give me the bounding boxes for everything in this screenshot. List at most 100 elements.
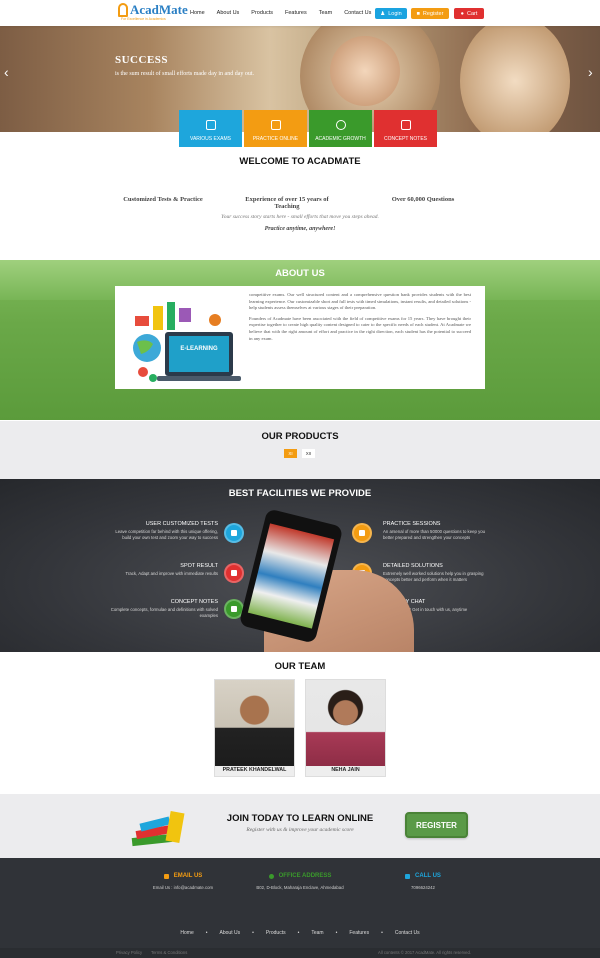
logo[interactable]: AcadMate For Excellence in Academics [118,2,188,21]
tab-xii[interactable]: XII [302,449,315,458]
tab-xi[interactable]: XI [284,449,297,458]
register-button[interactable]: ■ Register [411,8,449,19]
footer-nav-products[interactable]: Products [266,930,286,936]
tile-academic-growth[interactable]: ACADEMIC GROWTH [309,110,372,147]
welcome-tagline-practice: Practice anytime, anywhere! [264,226,336,232]
tile-label: CONCEPT NOTES [384,136,427,142]
nav-contact[interactable]: Contact Us [344,10,371,16]
about-section: ABOUT US E-LEARNING competitive exams. O… [0,260,600,420]
facility-desc: Track, Adapt and improve with immediate … [125,571,218,576]
join-section: JOIN TODAY TO LEARN ONLINE Register with… [0,794,600,858]
tile-various-exams[interactable]: VARIOUS EXAMS [179,110,242,147]
list-icon [205,120,216,130]
footer-nav-contact[interactable]: Contact Us [395,930,420,936]
feature-tiles: VARIOUS EXAMS PRACTICE ONLINE ACADEMIC G… [179,110,439,147]
facility-title: USER CUSTOMIZED TESTS [145,521,218,527]
terms-link[interactable]: Terms & Conditions [151,950,187,955]
footer: EMAIL US Email Us : info@acadmate.com OF… [0,858,600,958]
phone-icon [405,873,411,879]
footer-call: CALL US 7096624242 [348,873,498,890]
register-cta-button[interactable]: REGISTER [405,812,468,838]
footer-bottom-bar: Privacy Policy Terms & Conditions All co… [0,948,600,958]
monitor-icon [270,120,281,130]
facility-desc: Complete concepts, formulae and definiti… [110,607,218,618]
hero-image-child [460,26,570,132]
avatar [215,680,294,766]
facility-practice-sessions: PRACTICE SESSIONS An arsenal of more than… [383,521,493,541]
facility-desc: Extremely well worked solutions help you… [383,571,484,582]
footer-nav-team[interactable]: Team [311,930,323,936]
chart-icon [335,120,346,130]
login-button[interactable]: ♟ Login [375,8,407,19]
welcome-tagline: Your success story starts here - small e… [221,214,379,220]
elearning-label: E-LEARNING [180,346,218,352]
separator: • [381,930,383,936]
avatar [306,680,385,766]
separator: • [297,930,300,936]
separator: • [205,930,208,936]
next-arrow-icon[interactable]: › [588,64,593,80]
email-title: EMAIL US [173,873,203,879]
join-title: JOIN TODAY TO LEARN ONLINE [226,813,374,824]
about-paragraph: Founders of Acadmate have been associate… [249,315,471,341]
elearning-illustration: E-LEARNING [133,302,241,382]
prev-arrow-icon[interactable]: ‹ [4,64,9,80]
team-member-card: NEHA JAIN [305,679,386,777]
facility-title: PRACTICE SESSIONS [383,521,441,527]
footer-nav-about[interactable]: About Us [220,930,241,936]
join-subtitle: Register with us & improve your academic… [246,827,354,833]
call-value[interactable]: 7096624242 [348,885,498,890]
tools-icon [224,523,244,543]
hero-title: SUCCESS [115,54,169,66]
user-icon: ♟ [380,10,386,17]
welcome-title: WELCOME TO ACADMATE [239,156,361,167]
document-icon [400,120,411,130]
tile-practice-online[interactable]: PRACTICE ONLINE [244,110,307,147]
nav-features[interactable]: Features [285,10,307,16]
team-member-name: PRATEEK KHANDELWAL [222,767,287,773]
logo-icon [118,3,128,17]
logo-tagline: For Excellence in Academics [121,17,166,21]
nav-about[interactable]: About Us [217,10,240,16]
nav-home[interactable]: Home [190,10,205,16]
logo-text: AcadMate [130,2,188,17]
facility-desc: An arsenal of more than 50000 questions … [383,529,486,540]
clock-icon [352,523,372,543]
location-icon [268,873,274,879]
facility-detailed-solutions: DETAILED SOLUTIONS Extremely well worked … [383,563,493,583]
footer-nav-features[interactable]: Features [349,930,369,936]
lock-icon: ■ [416,10,420,17]
cart-icon: ● [460,10,464,17]
about-card: E-LEARNING competitive exams. Our well s… [115,286,485,389]
facility-title: DETAILED SOLUTIONS [383,563,443,569]
cart-button[interactable]: ● Cart [454,8,484,19]
feature-customized-tests: Customized Tests & Practice [123,196,203,203]
hero-subtitle: is the sum result of small efforts made … [115,71,255,77]
nav-team[interactable]: Team [319,10,332,16]
team-member-name: NEHA JAIN [331,767,360,773]
image-icon [224,563,244,583]
register-label: Register [422,10,444,17]
nav-products[interactable]: Products [251,10,273,16]
facility-user-customized-tests: USER CUSTOMIZED TESTS Leave competition f… [108,521,218,541]
about-text: competitive exams. Our well structured c… [249,292,471,346]
team-title: OUR TEAM [274,661,326,672]
feature-experience: Experience of over 15 years of Teaching [245,196,329,210]
footer-nav-home[interactable]: Home [180,930,193,936]
products-title: OUR PRODUCTS [261,431,339,442]
header: AcadMate For Excellence in Academics Hom… [0,0,600,26]
feature-questions: Over 60,000 Questions [391,196,455,203]
facility-title: CONCEPT NOTES [170,599,218,605]
call-title: CALL US [415,873,441,879]
tile-label: PRACTICE ONLINE [252,136,299,142]
privacy-link[interactable]: Privacy Policy [116,950,142,955]
copyright: All contents © 2017 AcadMate. All rights… [378,950,471,955]
facility-title: SPOT RESULT [180,563,218,569]
cart-label: Cart [466,10,478,17]
login-label: Login [388,10,402,17]
tile-label: VARIOUS EXAMS [189,136,232,142]
team-member-card: PRATEEK KHANDELWAL [214,679,295,777]
email-icon [163,873,169,879]
facility-spot-result: SPOT RESULT Track, Adapt and improve with… [108,563,218,577]
tile-concept-notes[interactable]: CONCEPT NOTES [374,110,437,147]
